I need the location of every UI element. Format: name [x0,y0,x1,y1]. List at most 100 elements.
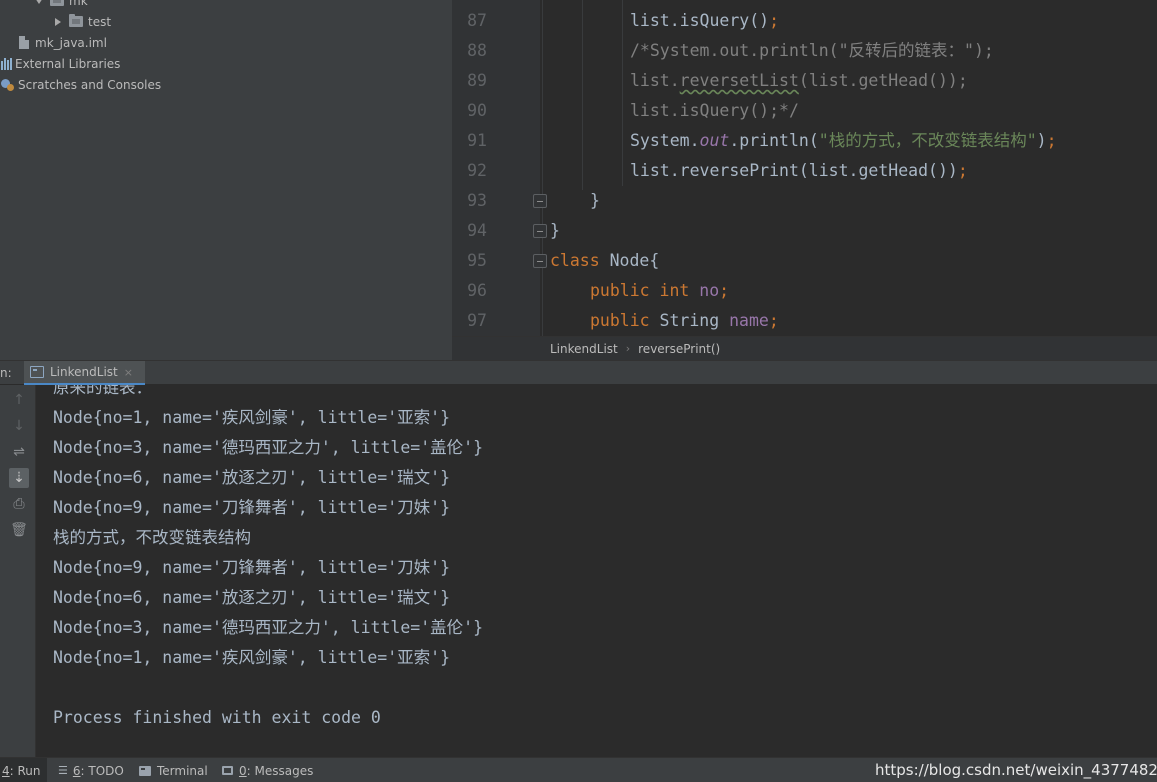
trash-icon[interactable]: 🗑 [9,520,29,540]
code-token: ; [768,311,779,330]
console-line: Node{no=1, name='疾风剑豪', little='亚索'} [53,648,451,667]
code-token: list. [630,71,680,90]
code-line[interactable]: 88 /*System.out.println("反转后的链表："); [452,36,1157,66]
code-token: no [699,281,720,300]
collapse-arrow-icon[interactable] [53,17,63,27]
console-line: Node{no=9, name='刀锋舞者', little='刀妹'} [53,558,451,577]
code-line[interactable]: 87 list.isQuery(); [452,6,1157,36]
tab-todo[interactable]: ☰ 6: TODO [58,758,124,782]
code-line[interactable]: 95 class Node{ [452,246,1157,276]
code-line[interactable]: 89 list.reversetList(list.getHead()); [452,66,1157,96]
arrow-down-icon[interactable]: ↓ [9,416,29,436]
code-token: list.isQuery();*/ [630,101,799,120]
tree-item-label: test [88,14,112,29]
code-token: } [590,191,600,210]
code-token: /*System.out.println("反转后的链表："); [630,41,994,60]
tree-item-label: External Libraries [15,56,121,71]
console-line: Node{no=9, name='刀锋舞者', little='刀妹'} [53,498,451,517]
code-token: public [590,311,660,330]
breadcrumb-item-method[interactable]: reversePrint() [638,342,720,356]
project-tree-panel: mk test mk_java.iml External Libraries S… [0,0,452,360]
line-number: 90 [467,101,487,120]
console-line: Node{no=1, name='疾风剑豪', little='亚索'} [53,408,451,427]
tree-item-label: mk_java.iml [35,35,107,50]
code-text: list.reversePrint(list.getHead()); [630,156,968,186]
tree-item-label: mk [69,0,88,8]
tab-label: LinkendList [50,365,118,379]
scratches-icon [1,78,14,91]
tab-linkendlist[interactable]: LinkendList × [24,361,145,386]
code-line[interactable]: 96 public int no; [452,276,1157,306]
code-token: String [659,311,730,330]
code-text: } [590,186,600,216]
code-line[interactable]: 94} [452,216,1157,246]
code-token: reversetList [679,71,799,90]
code-token: ; [769,11,780,30]
run-toolbar: ↑ ↓ ⇌ ⇣ ⎙ 🗑 [0,385,36,757]
code-text: } [550,216,560,246]
tree-item-label: Scratches and Consoles [18,77,162,92]
arrow-up-icon[interactable]: ↑ [9,390,29,410]
line-number: 95 [467,251,487,270]
console-icon [30,366,44,378]
tree-item-iml-file[interactable]: mk_java.iml [19,32,107,53]
tab-label: : TODO [80,763,124,778]
console-line: 原来的链表： [53,385,152,397]
line-number: 89 [467,71,487,90]
tab-run[interactable]: 4: Run [0,758,47,782]
terminal-icon [139,765,151,776]
console-line: Node{no=6, name='放逐之刃', little='瑞文'} [53,588,451,607]
code-token: list.isQuery() [630,11,770,30]
code-editor[interactable]: 87 list.isQuery(); 88 /*System.out.println(… [452,0,1157,336]
close-icon[interactable]: × [124,366,133,379]
code-token: out [699,131,730,150]
code-token: System. [630,131,700,150]
print-icon[interactable]: ⎙ [9,494,29,514]
breadcrumb-separator-icon: › [625,342,631,355]
console-line: Node{no=6, name='放逐之刃', little='瑞文'} [53,468,451,487]
tree-item-mk[interactable]: mk [34,0,88,11]
code-token: public int [590,281,700,300]
tree-item-scratches[interactable]: Scratches and Consoles [1,74,161,95]
code-line[interactable]: 90 list.isQuery();*/ [452,96,1157,126]
code-token: ; [719,281,730,300]
tab-label: : Messages [246,763,314,778]
line-number: 96 [467,281,487,300]
tree-item-test[interactable]: test [53,11,111,32]
tab-label: : Run [9,763,41,778]
console-output[interactable]: 原来的链表： Node{no=1, name='疾风剑豪', little='亚索… [36,385,1157,757]
scroll-to-end-icon[interactable]: ⇣ [9,468,29,488]
code-text: System.out.println("栈的方式，不改变链表结构"); [630,126,1057,156]
code-token: ) [1036,131,1047,150]
expand-arrow-icon[interactable] [34,0,44,6]
code-text: list.isQuery();*/ [630,96,799,126]
code-token: class [550,251,610,270]
code-text: class Node{ [550,246,659,276]
code-line[interactable]: 91 System.out.println("栈的方式，不改变链表结构"); [452,126,1157,156]
code-line[interactable]: 93} [452,186,1157,216]
breadcrumb-item-class[interactable]: LinkendList [550,342,618,356]
run-window-header: n: LinkendList × [0,360,1157,386]
code-token: Node{ [609,251,660,270]
tree-item-external-libraries[interactable]: External Libraries [1,53,120,74]
line-number: 92 [467,161,487,180]
code-token: .println( [729,131,819,150]
code-token: name [729,311,769,330]
code-line[interactable]: 92 list.reversePrint(list.getHead()); [452,156,1157,186]
tab-terminal[interactable]: Terminal [139,758,208,782]
line-number: 91 [467,131,487,150]
code-token: ; [1046,131,1057,150]
console-line: Node{no=3, name='德玛西亚之力', little='盖伦'} [53,438,484,457]
tool-window-bar: 4: Run ☰ 6: TODO Terminal 0: Messages ht… [0,757,1157,782]
code-text: list.reversetList(list.getHead()); [630,66,968,96]
console-line: Node{no=3, name='德玛西亚之力', little='盖伦'} [53,618,484,637]
code-text: public String name; [590,306,779,336]
watermark-text: https://blog.csdn.net/weixin_43774824 [875,761,1157,779]
line-number: 93 [467,191,487,210]
code-text: list.isQuery(); [630,6,779,36]
code-token: "栈的方式，不改变链表结构" [818,131,1037,150]
code-line[interactable]: 97 public String name; [452,306,1157,336]
tab-mnemonic: 6 [72,763,81,778]
tab-messages[interactable]: 0: Messages [222,758,313,782]
soft-wrap-icon[interactable]: ⇌ [9,442,29,462]
